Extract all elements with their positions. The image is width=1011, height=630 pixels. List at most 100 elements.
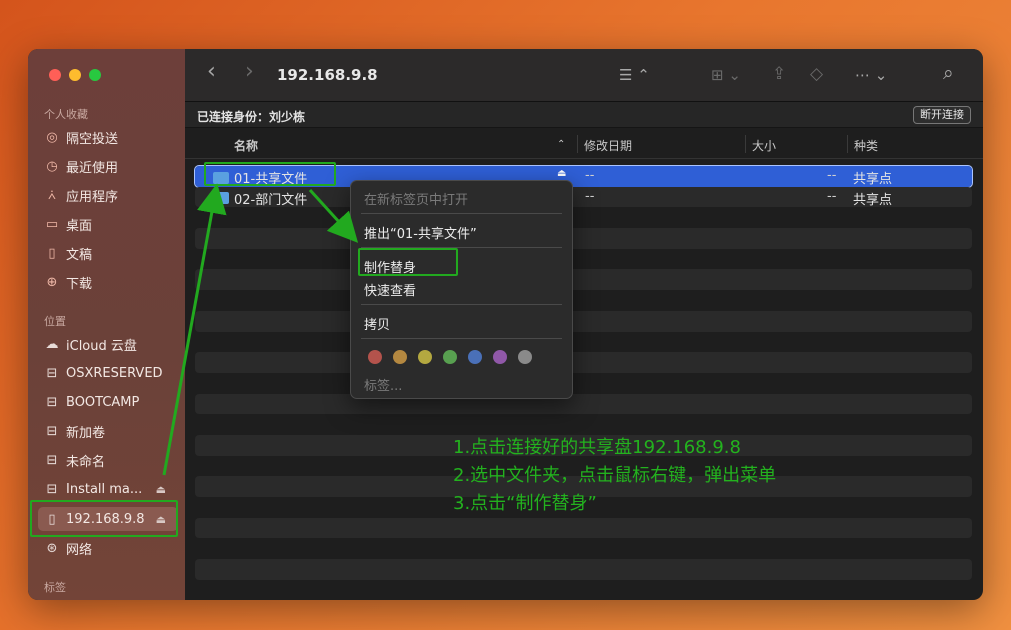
tag-color-dot[interactable] [368,350,382,364]
file-name: 02-部门文件 [234,192,308,208]
sidebar-item-label: 文稿 [66,247,93,263]
more-button[interactable]: ⋯ ⌄ [855,66,887,84]
sidebar-item-downloads[interactable]: ⊕ 下载 [38,270,178,294]
column-size[interactable]: 大小 [752,137,776,154]
file-row[interactable]: 02-部门文件 -- -- 共享点 [195,186,972,208]
annotation-box-file [204,162,336,186]
sidebar-item-applications[interactable]: ⩑ 应用程序 [38,183,178,207]
menu-eject[interactable]: 推出“01-共享文件” [364,223,477,242]
sidebar-item-label: OSXRESERVED [66,365,163,381]
sidebar-item-label: 应用程序 [66,189,119,205]
empty-row [195,352,972,373]
empty-row [195,393,972,415]
window-controls [49,69,101,81]
tag-color-dot[interactable] [493,350,507,364]
shared-folder-icon [213,192,229,205]
download-icon: ⊕ [46,274,58,290]
tag-color-dot[interactable] [393,350,407,364]
empty-row [195,249,972,270]
sidebar-item-documents[interactable]: ▯ 文稿 [38,241,178,265]
cloud-icon: ☁ [45,336,59,352]
sidebar-item-bootcamp[interactable]: ⊟ BOOTCAMP [38,390,178,414]
search-icon[interactable]: ⌕ [943,62,954,84]
column-divider [577,135,578,153]
sidebar-item-label: 未命名 [66,454,106,470]
favorites-header: 个人收藏 [44,108,88,121]
column-name[interactable]: 名称 [234,137,258,154]
sidebar-item-icloud[interactable]: ☁ iCloud 云盘 [38,332,178,356]
file-list: 01-共享文件 ⏏ -- -- 共享点 02-部门文件 -- -- 共享点 [194,165,973,601]
menu-separator [361,338,562,339]
tag-color-dot[interactable] [468,350,482,364]
empty-row [195,290,972,311]
drive-icon: ⊟ [46,394,58,410]
forward-button[interactable]: › [245,59,254,84]
empty-row [195,517,972,539]
empty-row [195,373,972,394]
sidebar-item-label: 网络 [66,542,93,558]
close-button[interactable] [49,69,61,81]
grid-view-button[interactable]: ⊞ ⌄ [711,66,741,84]
menu-copy[interactable]: 拷贝 [364,314,390,333]
empty-row [195,207,972,228]
sidebar-item-airdrop[interactable]: ◎ 隔空投送 [38,125,178,149]
zoom-button[interactable] [89,69,101,81]
tag-color-dot[interactable] [518,350,532,364]
sidebar-item-new-volume[interactable]: ⊟ 新加卷 [38,419,178,443]
window-title: 192.168.9.8 [277,66,378,84]
menu-quick-look[interactable]: 快速查看 [364,280,416,299]
sidebar-item-label: 最近使用 [66,160,119,176]
empty-row [195,414,972,435]
toolbar: ‹ › 192.168.9.8 ☰ ⌃ ⊞ ⌄ ⇪ ◇ ⋯ ⌄ ⌕ [185,49,983,102]
back-button[interactable]: ‹ [207,59,216,84]
column-date[interactable]: 修改日期 [584,137,632,154]
sidebar-item-label: BOOTCAMP [66,394,140,410]
column-header: 名称 ⌃ 修改日期 大小 种类 [185,129,983,159]
sidebar-item-desktop[interactable]: ▭ 桌面 [38,212,178,236]
menu-tags[interactable]: 标签... [364,375,402,394]
file-kind: 共享点 [853,192,893,208]
share-button[interactable]: ⇪ [772,64,786,84]
empty-row [195,559,972,580]
tags-header: 标签 [44,581,66,594]
empty-row [195,538,972,559]
column-divider [847,135,848,153]
column-divider [745,135,746,153]
sidebar-item-label: 桌面 [66,218,93,234]
menu-open-new-tab[interactable]: 在新标签页中打开 [364,189,468,208]
sidebar-item-recents[interactable]: ◷ 最近使用 [38,154,178,178]
eject-icon[interactable]: ⏏ [557,168,566,179]
sidebar-item-untitled[interactable]: ⊟ 未命名 [38,448,178,472]
disconnect-button[interactable]: 断开连接 [913,106,971,124]
locations-header: 位置 [44,315,66,328]
document-icon: ▯ [48,245,56,261]
empty-row [195,310,972,332]
file-size: -- [827,188,837,204]
minimize-button[interactable] [69,69,81,81]
tag-button[interactable]: ◇ [810,64,823,84]
connected-as-label: 已连接身份：刘少栋 [197,110,306,124]
sidebar-item-label: iCloud 云盘 [66,338,137,354]
column-kind[interactable]: 种类 [854,137,878,154]
airdrop-icon: ◎ [46,129,58,145]
empty-row [195,580,972,601]
sidebar-item-install[interactable]: ⊟ Install ma... ⏏ [38,477,178,501]
tag-color-dot[interactable] [418,350,432,364]
menu-separator [361,213,562,214]
connection-bar: 已连接身份：刘少栋 断开连接 [185,102,983,128]
sidebar-item-label: 隔空投送 [66,131,119,147]
sidebar-item-network[interactable]: ⊛ 网络 [38,536,178,560]
list-view-button[interactable]: ☰ ⌃ [619,66,650,84]
menu-tag-colors [368,350,532,364]
annotation-step-1: 1.点击连接好的共享盘192.168.9.8 [453,437,741,458]
sidebar-item-osxreserved[interactable]: ⊟ OSXRESERVED [38,361,178,385]
tag-color-dot[interactable] [443,350,457,364]
annotation-box-make-alias [358,248,458,276]
sidebar-item-label: 下载 [66,276,93,292]
annotation-step-2: 2.选中文件夹，点击鼠标右键，弹出菜单 [453,465,777,486]
desktop-icon: ▭ [45,216,59,232]
sidebar-item-label: Install ma... [66,481,143,497]
context-menu: 在新标签页中打开 推出“01-共享文件” 制作替身 快速查看 拷贝 标签... [350,180,573,399]
file-kind: 共享点 [853,172,893,187]
eject-icon[interactable]: ⏏ [156,483,166,496]
